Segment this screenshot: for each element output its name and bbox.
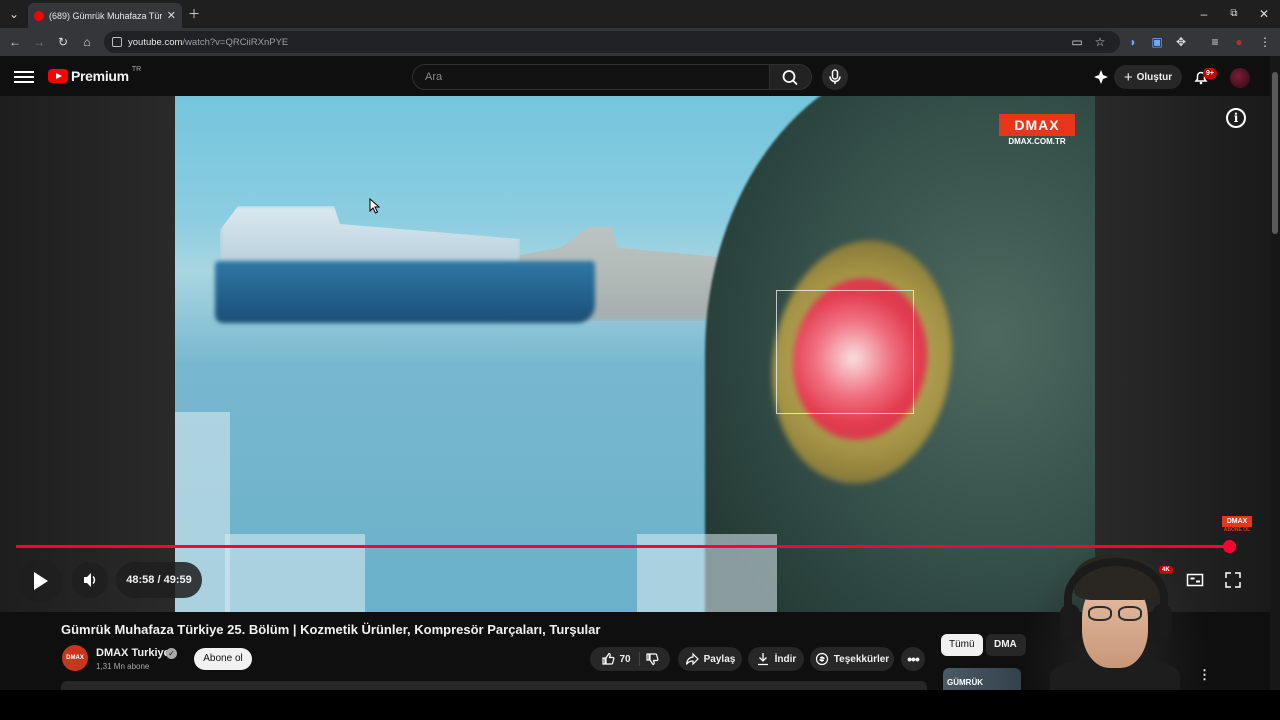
- youtube-header: Premium TR Ara + Oluştur: [0, 56, 1280, 96]
- youtube-favicon-icon: [34, 10, 44, 21]
- headphone-band: [1064, 558, 1168, 638]
- fullscreen-icon[interactable]: [1224, 571, 1242, 589]
- thanks-button[interactable]: Teşekkürler: [810, 647, 894, 671]
- search-icon: [782, 70, 798, 86]
- subscribe-watermark-brand: DMAX: [1222, 516, 1252, 527]
- page-scrollbar-thumb[interactable]: [1272, 72, 1278, 234]
- ship-hull-image: [215, 261, 595, 323]
- url-host: youtube.com: [128, 36, 183, 48]
- share-button[interactable]: Paylaş: [678, 647, 742, 671]
- microphone-icon: [829, 69, 841, 84]
- hamburger-menu-icon[interactable]: [14, 68, 34, 84]
- thumbs-down-icon[interactable]: [645, 652, 659, 666]
- focus-frame-overlay: [776, 290, 914, 414]
- verified-check-icon: ✓: [166, 648, 177, 659]
- site-info-icon[interactable]: [112, 37, 122, 47]
- reload-icon[interactable]: ↻: [52, 28, 74, 56]
- subscribe-button[interactable]: Abone ol: [194, 648, 252, 670]
- play-icon: [34, 572, 48, 590]
- download-label: İndir: [774, 653, 797, 665]
- overlay-tile: [175, 412, 230, 532]
- forward-icon[interactable]: →: [28, 28, 50, 56]
- browser-tab-strip: ⌄ (689) Gümrük Muhafaza Türkiye ✕ ＋ – ⧉ …: [0, 0, 1280, 28]
- extension-audio-icon[interactable]: ◗: [1122, 28, 1144, 56]
- more-horizontal-icon: •••: [907, 651, 920, 667]
- more-actions-button[interactable]: •••: [901, 647, 925, 671]
- plus-icon: +: [1123, 68, 1133, 86]
- subscribe-watermark[interactable]: DMAX ABONE OL: [1222, 516, 1252, 534]
- video-title: Gümrük Muhafaza Türkiye 25. Bölüm | Kozm…: [61, 622, 601, 637]
- download-icon: [757, 653, 768, 666]
- glasses-right-lens: [1118, 606, 1142, 621]
- webcam-overlay: [1020, 544, 1210, 690]
- create-button[interactable]: + Oluştur: [1114, 65, 1182, 89]
- glasses-left-lens: [1088, 606, 1112, 621]
- thanks-label: Teşekkürler: [833, 653, 890, 665]
- share-label: Paylaş: [703, 653, 736, 665]
- url-path: /watch?v=QRCiiRXnPYE: [182, 36, 289, 48]
- channel-avatar[interactable]: DMAX: [62, 645, 88, 671]
- video-player[interactable]: DMAX DMAX.COM.TR i DMAX ABONE OL: [0, 96, 1270, 612]
- dmax-watermark: DMAX DMAX.COM.TR: [999, 114, 1075, 148]
- voice-search-button[interactable]: [822, 64, 848, 90]
- create-label: Oluştur: [1136, 71, 1173, 83]
- window-close-icon[interactable]: ✕: [1253, 0, 1275, 28]
- browser-tab[interactable]: (689) Gümrük Muhafaza Türkiye ✕: [28, 3, 182, 28]
- search-input[interactable]: Ara: [412, 64, 770, 90]
- logo-text: Premium: [71, 68, 129, 84]
- progress-scrubber[interactable]: [1223, 540, 1236, 553]
- subscribe-watermark-label: ABONE OL: [1223, 527, 1251, 533]
- country-code: TR: [131, 65, 142, 73]
- mute-button[interactable]: [72, 562, 108, 598]
- recommended-video-thumbnail[interactable]: GÜMRÜK: [943, 668, 1021, 690]
- ship-superstructure-image: [220, 206, 520, 266]
- super-thanks-icon: [815, 652, 828, 666]
- new-tab-icon[interactable]: ＋: [183, 0, 205, 28]
- channel-name[interactable]: DMAX Turkiye: [96, 647, 170, 659]
- home-icon[interactable]: ⌂: [76, 28, 98, 56]
- subscriber-count: 1,31 Mn abone: [96, 662, 150, 671]
- chip-all[interactable]: Tümü: [941, 634, 983, 656]
- thumbs-up-icon: [602, 652, 615, 665]
- install-app-icon[interactable]: ▭: [1066, 28, 1088, 56]
- like-dislike-group: 70: [590, 647, 670, 671]
- browser-toolbar: ← → ↻ ⌂ youtube.com/watch?v=QRCiiRXnPYE …: [0, 28, 1280, 56]
- restore-icon[interactable]: ⧉: [1223, 0, 1245, 28]
- quality-4k-badge: 4K: [1159, 566, 1173, 574]
- tab-title: (689) Gümrük Muhafaza Türkiye: [49, 10, 162, 21]
- info-icon[interactable]: i: [1226, 108, 1246, 128]
- account-avatar[interactable]: [1230, 68, 1250, 88]
- youtube-play-logo-icon: [48, 69, 68, 83]
- volume-icon: [84, 573, 96, 587]
- back-icon[interactable]: ←: [4, 28, 26, 56]
- like-button[interactable]: 70: [601, 652, 640, 666]
- reading-list-icon[interactable]: ≡: [1204, 28, 1226, 56]
- video-frame[interactable]: DMAX DMAX.COM.TR: [175, 96, 1095, 612]
- like-count: 70: [619, 653, 631, 665]
- translate-icon[interactable]: ▣: [1146, 28, 1168, 56]
- minimize-icon[interactable]: –: [1193, 0, 1215, 28]
- dmax-watermark-brand: DMAX: [999, 114, 1075, 136]
- search-button[interactable]: [770, 64, 812, 90]
- taskbar: [0, 690, 1280, 720]
- share-icon: [685, 652, 699, 666]
- play-button[interactable]: [18, 559, 62, 603]
- premium-sparkle-icon[interactable]: [1092, 68, 1110, 86]
- time-display: 48:58 / 49:59: [116, 562, 202, 598]
- address-bar[interactable]: youtube.com/watch?v=QRCiiRXnPYE: [104, 31, 1120, 53]
- tab-search-icon[interactable]: ⌄: [3, 0, 25, 28]
- youtube-premium-logo[interactable]: Premium TR: [48, 65, 142, 84]
- extensions-puzzle-icon[interactable]: ✥: [1170, 28, 1192, 56]
- profile-icon[interactable]: ●: [1228, 28, 1250, 56]
- dmax-watermark-url: DMAX.COM.TR: [1008, 137, 1066, 146]
- bookmark-star-icon[interactable]: ☆: [1089, 28, 1111, 56]
- notification-count-badge: 9+: [1203, 68, 1217, 79]
- download-button[interactable]: İndir: [748, 647, 804, 671]
- browser-menu-icon[interactable]: ⋮: [1254, 28, 1276, 56]
- mouse-cursor-icon: [369, 198, 381, 214]
- tab-close-icon[interactable]: ✕: [167, 9, 176, 22]
